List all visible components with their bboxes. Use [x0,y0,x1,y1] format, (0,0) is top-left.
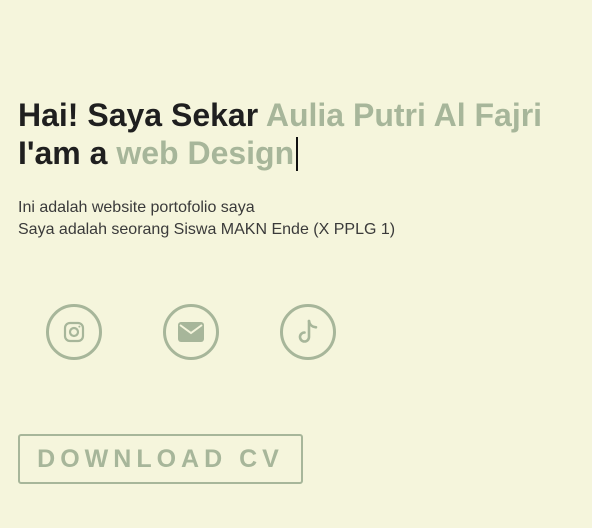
role-highlight: web Design [116,135,295,171]
role-prefix: I'am a [18,135,117,171]
tiktok-link[interactable] [280,304,336,360]
email-link[interactable] [163,304,219,360]
name-highlight: Aulia Putri Al Fajri [265,97,543,133]
intro-line-2: Saya adalah seorang Siswa MAKN Ende (X P… [18,221,396,238]
typing-cursor [296,137,299,171]
social-links [46,304,336,360]
hero-headline: Hai! Saya Sekar Aulia Putri Al Fajri I'a… [18,96,542,172]
greeting-prefix: Hai! Saya Sekar [18,97,266,133]
intro-text: Ini adalah website portofolio saya Saya … [18,197,395,241]
envelope-icon [178,322,204,342]
instagram-icon [63,321,85,343]
instagram-link[interactable] [46,304,102,360]
tiktok-icon [298,319,318,343]
download-cv-button[interactable]: DOWNLOAD CV [18,434,303,484]
intro-line-1: Ini adalah website portofolio saya [18,199,255,216]
